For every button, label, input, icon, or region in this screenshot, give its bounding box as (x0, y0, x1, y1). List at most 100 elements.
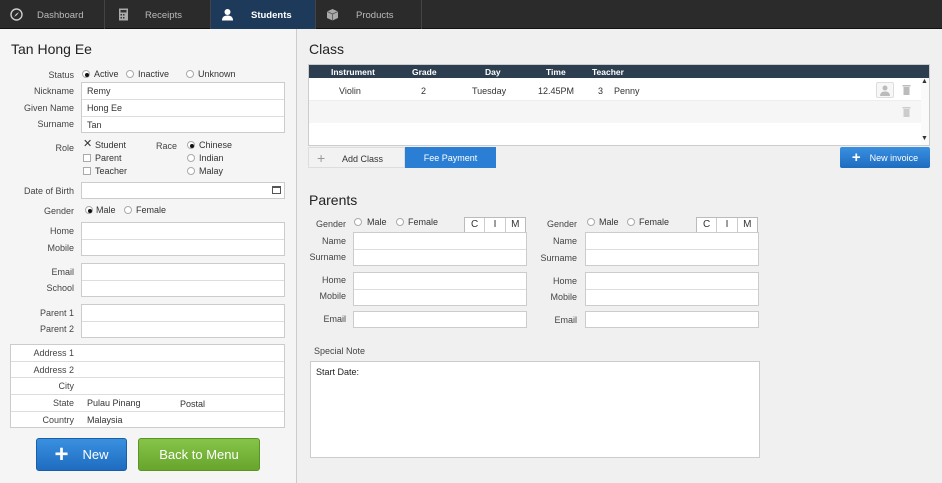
race-indian-radio[interactable] (187, 154, 195, 162)
table-row[interactable]: Violin 2 Tuesday 12.45PM 3 Penny (309, 78, 921, 101)
gender-male-radio[interactable] (85, 206, 93, 214)
home-field[interactable] (82, 223, 284, 229)
special-note-textarea[interactable]: Start Date: (310, 361, 760, 458)
tab-dashboard[interactable]: Dashboard (0, 0, 105, 29)
gender-label: Gender (43, 206, 74, 216)
trash-icon[interactable] (902, 84, 911, 95)
p2-female-radio[interactable] (627, 218, 635, 226)
parent1-field[interactable] (82, 305, 284, 311)
p2-gender-label: Gender (546, 219, 577, 229)
back-to-menu-button[interactable]: Back to Menu (138, 438, 260, 471)
city-label: City (58, 381, 75, 391)
mobile-field[interactable] (82, 240, 284, 246)
dob-field[interactable] (81, 182, 285, 199)
scrollbar[interactable]: ▲ ▼ (921, 78, 929, 145)
p2-surname-field[interactable] (586, 250, 758, 266)
p2-mobile-field[interactable] (586, 290, 758, 306)
address1-row[interactable]: Address 1 (11, 345, 284, 362)
p1-email-field[interactable] (353, 311, 527, 328)
p2-cim-toggle[interactable]: C I M (696, 217, 758, 233)
student-name-heading: Tan Hong Ee (11, 41, 92, 57)
trash-icon[interactable] (902, 106, 911, 117)
role-teacher-label: Teacher (95, 166, 128, 176)
city-row[interactable]: City (11, 378, 284, 395)
status-inactive-radio[interactable] (126, 70, 134, 78)
race-chinese-radio[interactable] (187, 141, 195, 149)
tab-receipts[interactable]: Receipts (105, 0, 211, 29)
top-nav: Dashboard Receipts Students Products (0, 0, 942, 29)
p1-name-field[interactable] (354, 233, 526, 250)
status-inactive-label: Inactive (138, 69, 170, 79)
state-label: State (52, 398, 74, 408)
p2-home-field[interactable] (586, 273, 758, 290)
p1-c-button[interactable]: C (465, 218, 486, 232)
cell-teacher: Penny (614, 86, 640, 96)
gender-female-label: Female (136, 205, 167, 215)
person-icon[interactable] (876, 82, 894, 98)
p1-female-radio[interactable] (396, 218, 404, 226)
plus-icon: + (54, 440, 69, 468)
class-table: Instrument Grade Day Time Teacher Violin… (308, 64, 930, 146)
email-field[interactable] (82, 264, 284, 270)
table-row[interactable] (309, 101, 921, 123)
p1-name-label: Name (321, 236, 346, 246)
cell-teacher-no: 3 (598, 86, 604, 96)
p1-home-field[interactable] (354, 273, 526, 290)
p1-surname-field[interactable] (354, 250, 526, 266)
p1-email-label: Email (323, 314, 346, 324)
calendar-icon[interactable] (272, 186, 281, 194)
scroll-down-icon[interactable]: ▼ (921, 135, 928, 142)
p2-email-field[interactable] (585, 311, 759, 328)
p2-i-button[interactable]: I (717, 218, 738, 232)
p1-cim-toggle[interactable]: C I M (464, 217, 526, 233)
tab-students[interactable]: Students (211, 0, 316, 29)
fee-payment-button[interactable]: Fee Payment (405, 147, 496, 168)
parent2-label: Parent 2 (39, 324, 74, 334)
school-field[interactable] (82, 281, 284, 287)
race-malay-radio[interactable] (187, 167, 195, 175)
p1-i-button[interactable]: I (485, 218, 506, 232)
surname-field[interactable]: Tan (82, 117, 284, 133)
scroll-up-icon[interactable]: ▲ (921, 78, 928, 85)
add-class-button[interactable]: + Add Class (308, 147, 405, 168)
col-time: Time (546, 67, 566, 77)
address2-row[interactable]: Address 2 (11, 362, 284, 378)
calculator-icon (119, 8, 128, 21)
new-button[interactable]: + New (36, 438, 127, 471)
parent1-label: Parent 1 (39, 308, 74, 318)
postal-label: Postal (180, 399, 206, 409)
p2-m-button[interactable]: M (738, 218, 757, 232)
address2-label: Address 2 (33, 365, 74, 375)
student-role-checkbox[interactable]: ✕ (83, 139, 92, 150)
state-row[interactable]: State Pulau Pinang Postal (11, 395, 284, 412)
given-name-field[interactable]: Hong Ee (82, 100, 284, 116)
phone-group (81, 222, 285, 256)
country-label: Country (42, 415, 74, 425)
p1-male-radio[interactable] (354, 218, 362, 226)
cell-time: 12.45PM (538, 86, 575, 96)
status-unknown-label: Unknown (198, 69, 236, 79)
p1-male-label: Male (367, 217, 387, 227)
parent-role-checkbox[interactable] (83, 154, 91, 162)
tab-products[interactable]: Products (316, 0, 422, 29)
role-student-label: Student (95, 140, 127, 150)
fee-payment-label: Fee Payment (423, 152, 478, 163)
nickname-field[interactable]: Remy (82, 83, 284, 99)
p2-male-radio[interactable] (587, 218, 595, 226)
status-active-radio[interactable] (82, 70, 90, 78)
col-grade: Grade (412, 67, 437, 77)
email-label: Email (51, 267, 74, 277)
parent2-field[interactable] (82, 322, 284, 328)
p2-c-button[interactable]: C (697, 218, 718, 232)
p1-m-button[interactable]: M (506, 218, 525, 232)
p2-name-field[interactable] (586, 233, 758, 250)
gender-female-radio[interactable] (124, 206, 132, 214)
back-button-label: Back to Menu (159, 447, 239, 462)
role-parent-label: Parent (95, 153, 122, 163)
teacher-role-checkbox[interactable] (83, 167, 91, 175)
new-invoice-button[interactable]: + New invoice (840, 147, 930, 168)
status-unknown-radio[interactable] (186, 70, 194, 78)
cell-grade: 2 (421, 86, 427, 96)
country-row[interactable]: Country Malaysia (11, 412, 284, 428)
p1-mobile-field[interactable] (354, 290, 526, 306)
